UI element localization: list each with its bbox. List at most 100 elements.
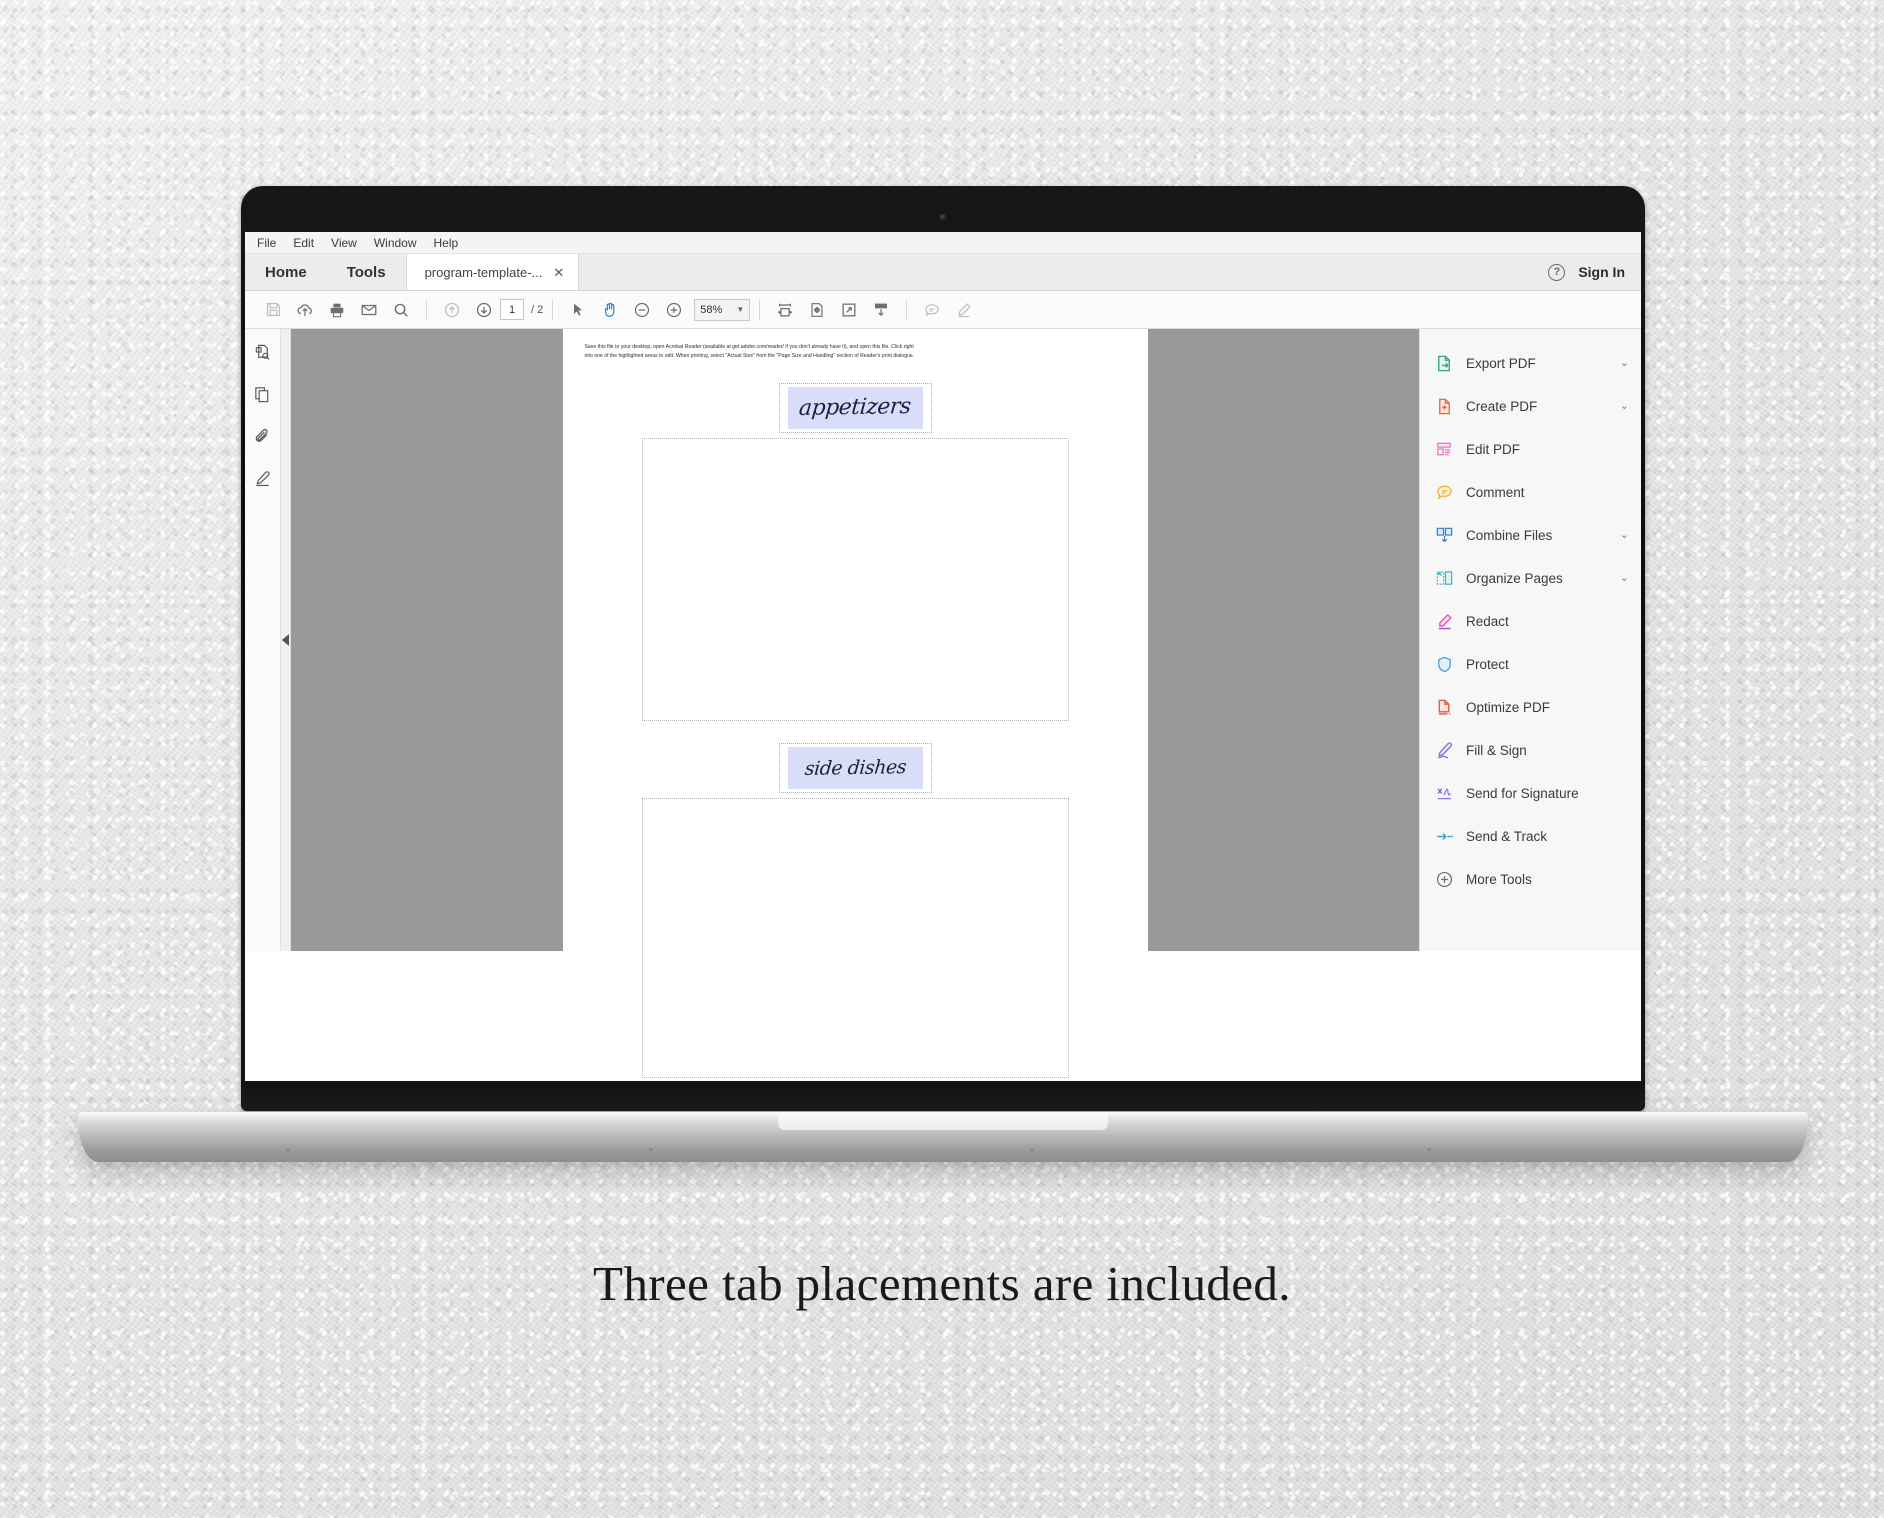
pages-panel-icon[interactable] xyxy=(253,385,272,409)
email-icon[interactable] xyxy=(353,295,385,325)
zoom-in-icon[interactable] xyxy=(658,295,690,325)
chevron-down-icon: ▼ xyxy=(736,305,745,314)
fill-and-sign-icon xyxy=(1434,741,1454,761)
panel-collapse-strip[interactable] xyxy=(281,329,291,951)
collapse-left-panel-arrow[interactable] xyxy=(282,634,289,646)
left-navigation-rail xyxy=(245,329,281,951)
tool-send-for-signature[interactable]: Send for Signature xyxy=(1420,772,1641,815)
tool-label: Send & Track xyxy=(1466,829,1548,844)
tab-bar: Home Tools program-template-... ✕ ? Sign… xyxy=(245,254,1641,291)
menu-item-help[interactable]: Help xyxy=(434,236,459,250)
menu-item-view[interactable]: View xyxy=(331,236,357,250)
toolbar-divider xyxy=(906,299,908,320)
fullscreen-icon[interactable] xyxy=(833,295,865,325)
create-pdf-icon xyxy=(1434,397,1454,417)
tool-label: Edit PDF xyxy=(1466,442,1521,457)
tool-redact[interactable]: Redact xyxy=(1420,600,1641,643)
tool-comment[interactable]: Comment xyxy=(1420,471,1641,514)
tab-tools[interactable]: Tools xyxy=(327,254,406,290)
protect-icon xyxy=(1434,655,1454,675)
send-and-track-icon xyxy=(1434,827,1454,847)
previous-page-icon[interactable] xyxy=(436,295,468,325)
account-area: ? Sign In xyxy=(1548,254,1641,290)
organize-pages-icon xyxy=(1434,569,1454,589)
document-canvas[interactable]: Save this file to your desktop, open Acr… xyxy=(291,329,1419,1078)
export-pdf-icon xyxy=(1434,354,1454,374)
cloud-upload-icon[interactable] xyxy=(289,295,321,325)
instruction-line-1: Save this file to your desktop, open Acr… xyxy=(584,344,914,350)
zoom-level-value: 58% xyxy=(700,303,723,316)
save-icon[interactable] xyxy=(257,295,289,325)
laptop-base xyxy=(78,1112,1808,1162)
chevron-down-icon[interactable]: ⌄ xyxy=(1620,358,1629,369)
tool-label: Protect xyxy=(1466,657,1509,672)
signatures-icon[interactable] xyxy=(253,469,272,493)
close-icon[interactable]: ✕ xyxy=(553,266,564,279)
tool-create-pdf[interactable]: Create PDF ⌄ xyxy=(1420,385,1641,428)
tool-label: Export PDF xyxy=(1466,356,1536,371)
tool-label: Send for Signature xyxy=(1466,786,1579,801)
tool-label: Create PDF xyxy=(1466,399,1538,414)
print-icon[interactable] xyxy=(321,295,353,325)
content-box-appetizers[interactable] xyxy=(641,437,1069,721)
tool-label: More Tools xyxy=(1466,872,1532,887)
page-number-input[interactable]: 1 xyxy=(500,299,524,320)
tool-fill-and-sign[interactable]: Fill & Sign xyxy=(1420,729,1641,772)
laptop-lid: File Edit View Window Help Home Tools pr… xyxy=(241,186,1645,1111)
work-area: Save this file to your desktop, open Acr… xyxy=(245,329,1641,1078)
sign-in-button[interactable]: Sign In xyxy=(1578,264,1625,280)
tab-document-label: program-template-... xyxy=(424,264,543,280)
tool-optimize-pdf[interactable]: Optimize PDF xyxy=(1420,686,1641,729)
comment-icon[interactable] xyxy=(916,295,948,325)
zoom-level-select[interactable]: 58% ▼ xyxy=(694,298,751,321)
webcam-icon xyxy=(939,214,947,221)
tool-edit-pdf[interactable]: Edit PDF xyxy=(1420,428,1641,471)
menu-item-window[interactable]: Window xyxy=(374,236,417,250)
fit-page-icon[interactable] xyxy=(801,295,833,325)
hand-tool-icon[interactable] xyxy=(594,295,626,325)
search-icon[interactable] xyxy=(385,295,417,325)
tool-combine-files[interactable]: Combine Files ⌄ xyxy=(1420,514,1641,557)
attachments-icon[interactable] xyxy=(253,427,272,451)
scroll-mode-icon[interactable] xyxy=(865,295,897,325)
menu-item-edit[interactable]: Edit xyxy=(293,236,314,250)
tool-label: Organize Pages xyxy=(1466,571,1563,586)
toolbar: 1 / 2 58% ▼ xyxy=(245,291,1641,329)
page-thumbnails-icon[interactable] xyxy=(253,343,272,367)
next-page-icon[interactable] xyxy=(468,295,500,325)
section-label-side-dishes: side dishes xyxy=(803,755,907,780)
tool-send-and-track[interactable]: Send & Track xyxy=(1420,815,1641,858)
tab-home[interactable]: Home xyxy=(245,254,327,290)
content-box-side-dishes[interactable] xyxy=(641,797,1069,1078)
tab-document[interactable]: program-template-... ✕ xyxy=(405,254,580,290)
select-cursor-icon[interactable] xyxy=(562,295,594,325)
toolbar-divider xyxy=(426,299,427,320)
tool-protect[interactable]: Protect xyxy=(1420,643,1641,686)
fit-width-icon[interactable] xyxy=(769,295,801,325)
page-total-label: / 2 xyxy=(531,303,544,316)
chevron-down-icon[interactable]: ⌄ xyxy=(1620,530,1629,541)
tool-label: Fill & Sign xyxy=(1466,743,1527,758)
laptop-screen: File Edit View Window Help Home Tools pr… xyxy=(245,232,1641,1082)
menu-bar: File Edit View Window Help xyxy=(245,232,1641,254)
redact-icon xyxy=(1434,612,1454,632)
comment-tool-icon xyxy=(1434,483,1454,503)
tool-export-pdf[interactable]: Export PDF ⌄ xyxy=(1420,342,1641,385)
tool-label: Redact xyxy=(1466,614,1509,629)
pdf-page: Save this file to your desktop, open Acr… xyxy=(562,329,1148,1078)
help-icon[interactable]: ? xyxy=(1548,263,1566,281)
toolbar-divider xyxy=(552,299,554,320)
chevron-down-icon[interactable]: ⌄ xyxy=(1620,401,1629,412)
form-field-appetizers[interactable]: appetizers xyxy=(778,382,932,433)
menu-item-file[interactable]: File xyxy=(257,236,276,250)
section-label-appetizers: appetizers xyxy=(797,394,912,421)
tool-label: Comment xyxy=(1466,485,1525,500)
caption-text: Three tab placements are included. xyxy=(593,1256,1291,1311)
instruction-text: Save this file to your desktop, open Acr… xyxy=(585,343,1126,361)
form-field-side-dishes[interactable]: side dishes xyxy=(778,742,932,793)
tool-organize-pages[interactable]: Organize Pages ⌄ xyxy=(1420,557,1641,600)
chevron-down-icon[interactable]: ⌄ xyxy=(1620,573,1629,584)
zoom-out-icon[interactable] xyxy=(626,295,658,325)
highlight-icon[interactable] xyxy=(948,295,980,325)
tool-more-tools[interactable]: More Tools xyxy=(1420,858,1641,901)
